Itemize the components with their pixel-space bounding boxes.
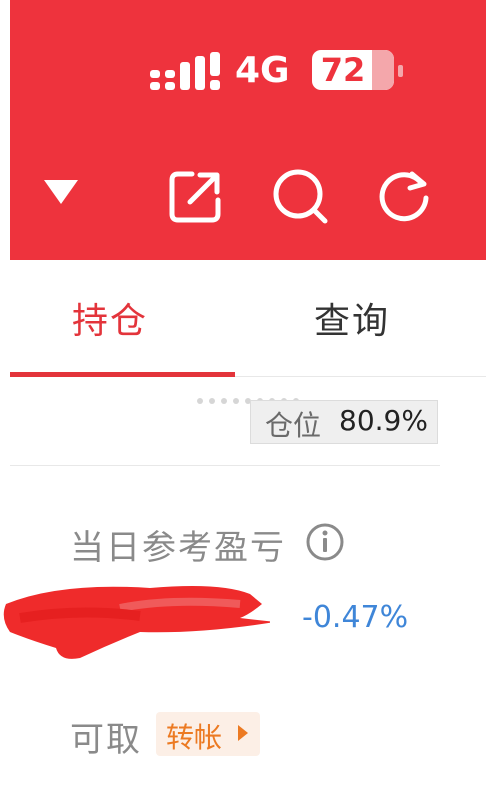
position-label: 仓位 — [265, 409, 322, 442]
battery-cap — [398, 65, 403, 77]
transfer-label: 转帐 — [166, 721, 223, 754]
divider — [10, 465, 440, 466]
tab-query[interactable]: 查询 — [314, 292, 390, 344]
daily-pnl-label: 当日参考盈亏 — [70, 528, 286, 568]
network-type: 4G — [235, 50, 290, 91]
dropdown-caret-icon[interactable] — [44, 180, 78, 204]
app-header: 4G 72 — [10, 0, 486, 260]
transfer-button[interactable]: 转帐 — [156, 712, 260, 756]
daily-pnl-percent: -0.47% — [302, 600, 409, 635]
arrow-right-icon — [238, 725, 248, 741]
share-icon[interactable] — [168, 168, 224, 224]
battery-icon: 72 — [312, 50, 394, 90]
search-icon[interactable] — [272, 168, 328, 224]
withdrawable-label: 可取 — [70, 720, 142, 760]
signal-icon — [150, 52, 220, 90]
battery-level: 72 — [320, 51, 366, 89]
active-tab-indicator — [10, 372, 235, 377]
tab-bar: 持仓 查询 — [10, 262, 486, 377]
info-icon[interactable] — [305, 522, 345, 562]
tab-holdings[interactable]: 持仓 — [72, 292, 148, 344]
redaction-scribble — [3, 586, 270, 659]
position-value: 80.9% — [339, 404, 428, 437]
refresh-icon[interactable] — [376, 168, 432, 224]
position-ratio-badge: 仓位 80.9% — [250, 400, 438, 444]
